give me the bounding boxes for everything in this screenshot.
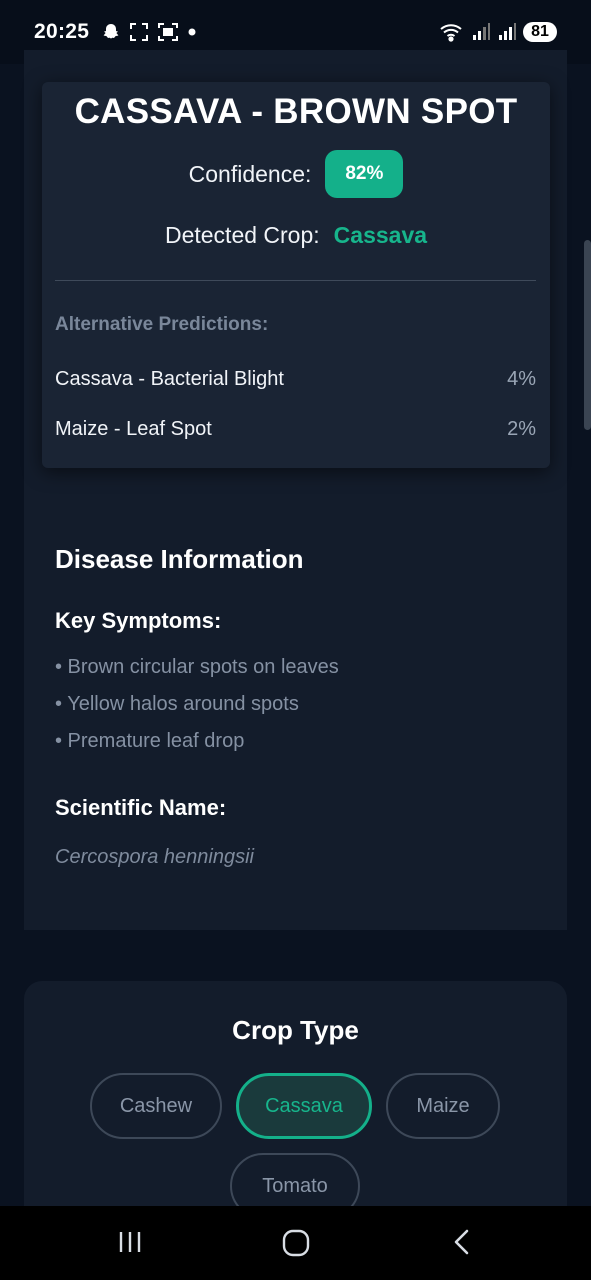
- alternative-prediction-row: Maize - Leaf Spot 2%: [55, 418, 536, 441]
- symptom-item: • Yellow halos around spots: [55, 693, 299, 715]
- navigation-bar: [0, 1206, 591, 1280]
- back-icon[interactable]: [448, 1228, 476, 1256]
- system-icons: 81: [439, 22, 557, 42]
- battery-level: 81: [523, 22, 557, 42]
- wifi-icon: [440, 24, 462, 42]
- signal-icon-2: [499, 23, 516, 40]
- recent-apps-icon[interactable]: [116, 1228, 144, 1256]
- symptom-item: • Brown circular spots on leaves: [55, 656, 339, 678]
- signal-icon-1: [473, 23, 490, 40]
- symptom-item: • Premature leaf drop: [55, 730, 245, 752]
- results-panel: CASSAVA - BROWN SPOT Confidence: 82% Det…: [24, 50, 567, 930]
- scientific-name-value: Cercospora henningsii: [55, 846, 255, 868]
- scientific-name-title: Scientific Name:: [55, 795, 227, 820]
- home-icon[interactable]: [281, 1228, 311, 1258]
- dot-icon: [188, 28, 196, 36]
- key-symptoms-title: Key Symptoms:: [55, 608, 222, 633]
- detected-crop-row: Detected Crop: Cassava: [42, 222, 550, 249]
- detected-crop-value: Cassava: [333, 222, 428, 248]
- screenshot-frame-icon: [130, 23, 149, 41]
- confidence-badge: 82%: [325, 150, 404, 198]
- alternative-prediction-row: Cassava - Bacterial Blight 4%: [55, 368, 536, 391]
- prediction-card: CASSAVA - BROWN SPOT Confidence: 82% Det…: [42, 82, 550, 468]
- crop-type-panel: Crop Type Cashew Cassava Maize Tomato: [24, 981, 567, 1221]
- alternative-name: Cassava - Bacterial Blight: [55, 368, 284, 390]
- status-time: 20:25: [34, 20, 90, 43]
- disease-information-title: Disease Information: [55, 544, 304, 574]
- alternative-predictions-title: Alternative Predictions:: [55, 314, 269, 335]
- crop-chip-cashew[interactable]: Cashew: [90, 1073, 222, 1139]
- crop-type-title: Crop Type: [232, 1015, 359, 1045]
- confidence-row: Confidence: 82%: [42, 150, 550, 198]
- alternative-percent: 4%: [507, 368, 536, 390]
- screen-record-icon: [158, 23, 179, 41]
- detected-crop-label: Detected Crop:: [164, 222, 320, 248]
- disease-title: CASSAVA - BROWN SPOT: [74, 92, 518, 131]
- alternative-percent: 2%: [507, 418, 536, 440]
- notification-icons: [101, 22, 197, 42]
- divider: [55, 280, 536, 281]
- alternative-name: Maize - Leaf Spot: [55, 418, 212, 440]
- crop-chip-cassava[interactable]: Cassava: [236, 1073, 372, 1139]
- crop-chip-maize[interactable]: Maize: [386, 1073, 500, 1139]
- snapchat-icon: [103, 24, 119, 39]
- confidence-label: Confidence:: [188, 160, 312, 187]
- scrollbar[interactable]: [584, 240, 591, 430]
